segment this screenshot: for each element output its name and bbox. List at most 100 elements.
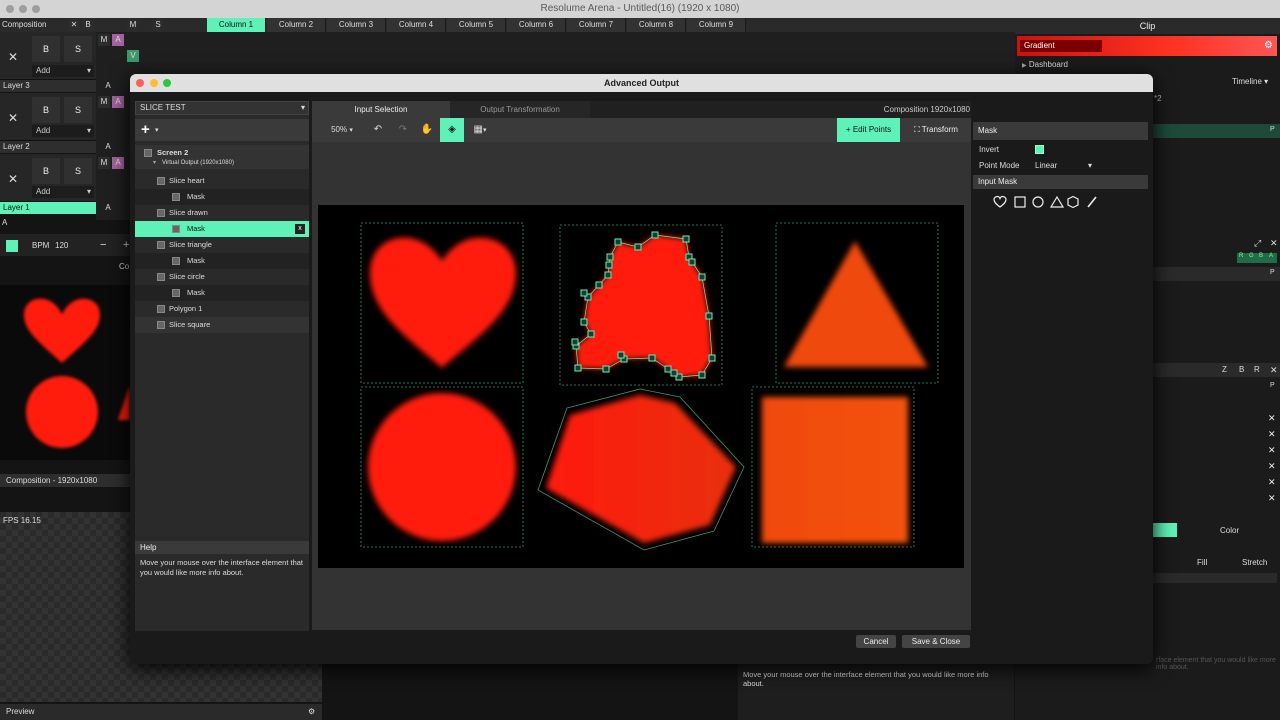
row-close-icon[interactable]: ✕ (1268, 477, 1276, 488)
polygon-1-frame[interactable] (537, 388, 745, 551)
invert-checkbox[interactable] (1035, 145, 1044, 154)
mask-control-point[interactable] (595, 281, 603, 289)
mask-control-point[interactable] (580, 318, 588, 326)
tree-slice-triangle[interactable]: Slice triangle (135, 237, 309, 253)
layer-1-close-icon[interactable]: ✕ (8, 172, 18, 186)
triangle-icon[interactable] (1049, 195, 1065, 208)
composition-label[interactable]: Composition (2, 18, 68, 32)
mask-control-point[interactable] (587, 330, 595, 338)
comp-x-button[interactable]: ✕ (68, 19, 80, 31)
comp-m-button[interactable]: M (127, 19, 139, 31)
column-header-6[interactable]: Column 6 (507, 18, 566, 32)
add-chevron-down-icon[interactable]: ▾ (155, 126, 159, 134)
tree-polygon-1[interactable]: Polygon 1 (135, 301, 309, 317)
layer-2-add-dropdown[interactable]: Add ▾ (32, 125, 94, 137)
layer-1-name[interactable]: Layer 1 (0, 202, 96, 214)
layer-2-close-icon[interactable]: ✕ (8, 111, 18, 125)
row-close-icon[interactable]: ✕ (1268, 429, 1276, 440)
effect2-p-label[interactable]: P (1270, 382, 1275, 389)
dialog-close-button[interactable] (136, 79, 144, 87)
mask-control-point[interactable] (705, 312, 713, 320)
layer-3-s-button[interactable]: S (64, 36, 92, 62)
row-close-icon[interactable]: ✕ (1268, 413, 1276, 424)
zoom-dropdown[interactable]: 50% ▾ (322, 118, 362, 142)
layer-3-m-button[interactable]: M (98, 34, 110, 46)
tree-mask[interactable]: Mask (135, 189, 309, 205)
layer-3-a-label[interactable]: A (102, 80, 114, 92)
layer-2-a-label[interactable]: A (102, 141, 114, 153)
gradient-gear-icon[interactable]: ⚙ (1264, 40, 1273, 51)
minimize-traffic-light[interactable] (19, 5, 27, 13)
layer-1-a-label[interactable]: A (102, 202, 114, 214)
mask-control-point[interactable] (571, 338, 579, 346)
tree-virtual-output[interactable]: ▾ Virtual Output (1920x1080) (135, 157, 309, 169)
layer-2-b-button[interactable]: B (32, 97, 60, 123)
effect-param-row[interactable] (1153, 267, 1280, 281)
layer-3-a-button[interactable]: A (112, 34, 124, 46)
row-close-icon[interactable]: ✕ (1268, 461, 1276, 472)
layer-3-b-button[interactable]: B (32, 36, 60, 62)
effect-close-icon[interactable]: ✕ (1270, 238, 1278, 249)
tap-icon[interactable] (6, 240, 18, 252)
layer-1-a-button[interactable]: A (112, 157, 124, 169)
layer-1-s-button[interactable]: S (64, 158, 92, 184)
stretch-option[interactable]: Stretch (1242, 558, 1267, 567)
mask-control-point[interactable] (648, 354, 656, 362)
screen-select-dropdown[interactable]: SLICE TEST ▾ (135, 101, 309, 115)
hand-icon[interactable]: ✋ (416, 118, 438, 142)
column-header-5[interactable]: Column 5 (447, 18, 506, 32)
tree-slice-square[interactable]: Slice square (135, 317, 309, 333)
mask-remove-button[interactable]: x (295, 224, 305, 234)
bpm-plus-button[interactable]: + (123, 239, 129, 251)
tree-mask-selected[interactable]: Mask x (135, 221, 309, 237)
clip-param-p-label[interactable]: P (1270, 126, 1275, 133)
mask-control-point[interactable] (651, 231, 659, 239)
mask-control-point[interactable] (688, 258, 696, 266)
rgba-toggles[interactable]: R G B A (1237, 253, 1277, 263)
tree-mask[interactable]: Mask (135, 253, 309, 269)
mask-control-point[interactable] (708, 354, 716, 362)
mask-control-point[interactable] (617, 351, 625, 359)
column-header-3[interactable]: Column 3 (327, 18, 386, 32)
tree-slice-circle[interactable]: Slice circle (135, 269, 309, 285)
mask-control-point[interactable] (634, 243, 642, 251)
mask-control-point[interactable] (602, 365, 610, 373)
layer-1-b-button[interactable]: B (32, 158, 60, 184)
mask-control-point[interactable] (698, 371, 706, 379)
circle-icon[interactable] (1032, 196, 1044, 208)
mask-control-point[interactable] (574, 364, 582, 372)
zoom-traffic-light[interactable] (32, 5, 40, 13)
column-header-2[interactable]: Column 2 (267, 18, 326, 32)
slice-square-frame[interactable] (751, 386, 915, 548)
bpm-value[interactable]: 120 (55, 241, 68, 250)
expand-icon[interactable]: ⤢ (1254, 238, 1261, 249)
mask-control-point[interactable] (614, 238, 622, 246)
grid-icon[interactable]: ▦▾ (468, 118, 492, 142)
column-header-7[interactable]: Column 7 (567, 18, 626, 32)
layer-1-add-dropdown[interactable]: Add ▾ (32, 186, 94, 198)
column-header-9[interactable]: Column 9 (687, 18, 746, 32)
tree-slice-heart[interactable]: Slice heart (135, 173, 309, 189)
layer-1-m-button[interactable]: M (98, 157, 110, 169)
mask-control-point[interactable] (580, 289, 588, 297)
slice-heart-frame[interactable] (360, 222, 524, 384)
effect-b-button[interactable]: B (1239, 365, 1244, 374)
point-mode-dropdown[interactable]: Linear ▾ (1031, 159, 1095, 172)
effect-r-button[interactable]: R (1254, 365, 1260, 374)
comp-b-button[interactable]: B (82, 19, 94, 31)
mask-tool-icon[interactable]: ◈ (440, 118, 464, 142)
column-header-4[interactable]: Column 4 (387, 18, 446, 32)
clip-param-row[interactable] (1153, 124, 1280, 138)
transform-button[interactable]: ⛶ Transform (902, 118, 970, 142)
close-traffic-light[interactable] (6, 5, 14, 13)
mask-control-point[interactable] (606, 253, 614, 261)
add-plus-icon[interactable]: + (141, 121, 150, 138)
pen-icon[interactable] (1087, 196, 1097, 208)
dialog-zoom-button[interactable] (163, 79, 171, 87)
hexagon-icon[interactable] (1067, 195, 1079, 209)
edit-points-button[interactable]: + Edit Points (837, 118, 900, 142)
heart-icon[interactable] (993, 195, 1007, 208)
layer-2-s-button[interactable]: S (64, 97, 92, 123)
layer-2-name[interactable]: Layer 2 (0, 141, 96, 153)
color-swatch[interactable] (1153, 523, 1177, 537)
